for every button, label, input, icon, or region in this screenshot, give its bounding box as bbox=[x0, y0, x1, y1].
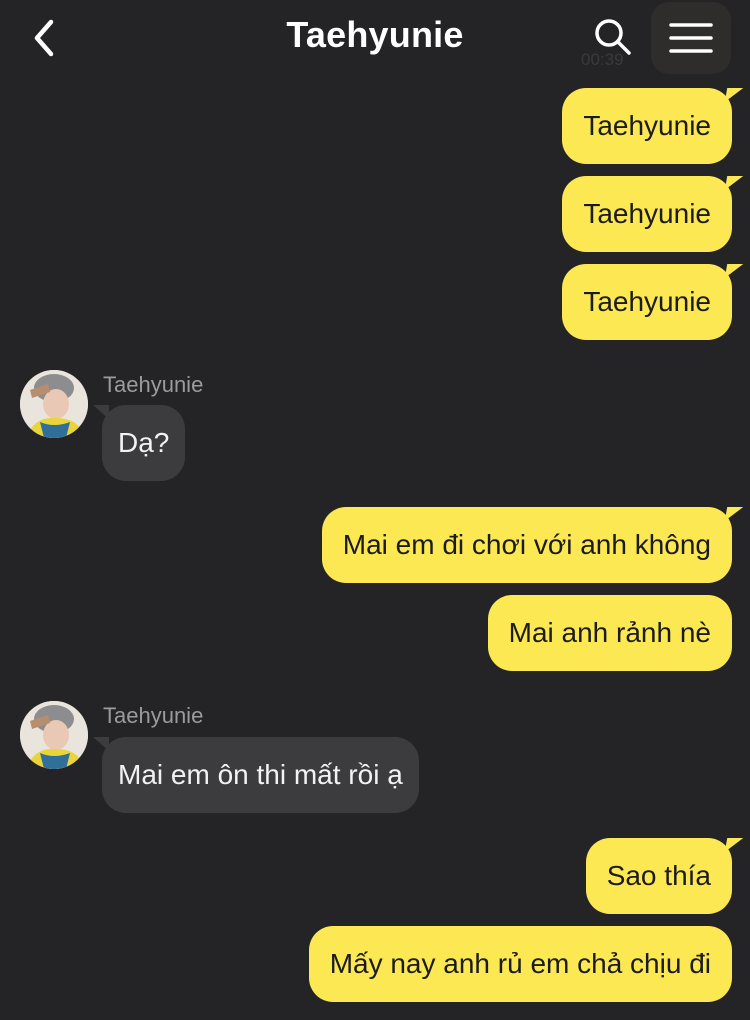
hamburger-menu-icon bbox=[669, 23, 713, 53]
menu-button[interactable] bbox=[651, 2, 731, 74]
incoming-message[interactable]: Mai em ôn thi mất rồi ạ bbox=[93, 737, 419, 813]
outgoing-message[interactable]: Taehyunie bbox=[562, 176, 732, 252]
contact-avatar[interactable] bbox=[20, 370, 88, 438]
chat-screen: Taehyunie 00:39 Taehyunie Taehyunie Taeh… bbox=[0, 0, 750, 1020]
back-button[interactable] bbox=[22, 12, 66, 64]
avatar-photo bbox=[20, 370, 88, 438]
outgoing-message[interactable]: Mấy nay anh rủ em chả chịu đi bbox=[308, 926, 732, 1002]
outgoing-message[interactable]: Mai anh rảnh nè bbox=[487, 595, 732, 671]
chevron-left-icon bbox=[34, 19, 54, 57]
search-icon bbox=[595, 19, 631, 55]
sender-name: Taehyunie bbox=[103, 372, 204, 397]
chat-header: Taehyunie 00:39 bbox=[0, 0, 750, 78]
search-button[interactable] bbox=[588, 12, 638, 62]
avatar-photo bbox=[20, 701, 88, 769]
incoming-message[interactable]: Dạ? bbox=[92, 405, 186, 481]
outgoing-message[interactable]: Taehyunie bbox=[562, 88, 732, 164]
outgoing-message[interactable]: Sao thía bbox=[585, 838, 732, 914]
sender-name: Taehyunie bbox=[103, 703, 204, 728]
outgoing-message[interactable]: Mai em đi chơi với anh không bbox=[321, 507, 732, 583]
contact-avatar[interactable] bbox=[20, 701, 88, 769]
outgoing-message[interactable]: Taehyunie bbox=[562, 264, 732, 340]
chat-title: Taehyunie bbox=[286, 14, 464, 55]
